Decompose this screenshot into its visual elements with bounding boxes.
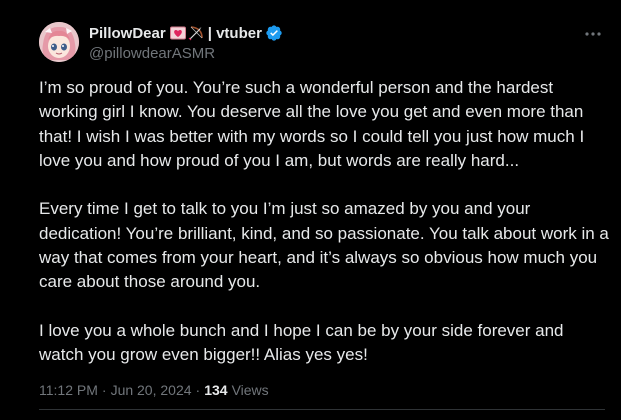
more-options-button[interactable] [581, 24, 605, 44]
handle[interactable]: @pillowdearASMR [89, 45, 283, 62]
avatar-image [39, 22, 79, 62]
meta-separator: · [101, 382, 107, 398]
meta-separator: · [195, 382, 201, 398]
name-suffix: | vtuber [207, 24, 262, 42]
tweet-time[interactable]: 11:12 PM [39, 382, 98, 398]
tweet-paragraph: Every time I get to talk to you I’m just… [39, 199, 609, 292]
tweet-header: PillowDear | vtuber @pillowdearASMR [89, 24, 283, 62]
divider [39, 409, 605, 410]
tweet-paragraph: I love you a whole bunch and I hope I ca… [39, 320, 564, 365]
views-count[interactable]: 134 [204, 382, 227, 398]
avatar[interactable] [39, 22, 79, 62]
bow-arrow-icon [188, 25, 204, 41]
tweet-paragraph: I’m so proud of you. You’re such a wonde… [39, 78, 585, 170]
tweet-meta: 11:12 PM · Jun 20, 2024 · 134 Views [39, 382, 269, 398]
verified-badge-icon[interactable] [265, 24, 283, 42]
tweet-text: I’m so proud of you. You’re such a wonde… [39, 76, 611, 368]
display-name[interactable]: PillowDear [89, 25, 166, 42]
tweet-date[interactable]: Jun 20, 2024 [111, 382, 192, 398]
name-row: PillowDear | vtuber [89, 24, 283, 42]
views-label[interactable]: Views [232, 382, 269, 398]
heart-letter-icon [169, 26, 186, 40]
more-icon [585, 32, 601, 36]
